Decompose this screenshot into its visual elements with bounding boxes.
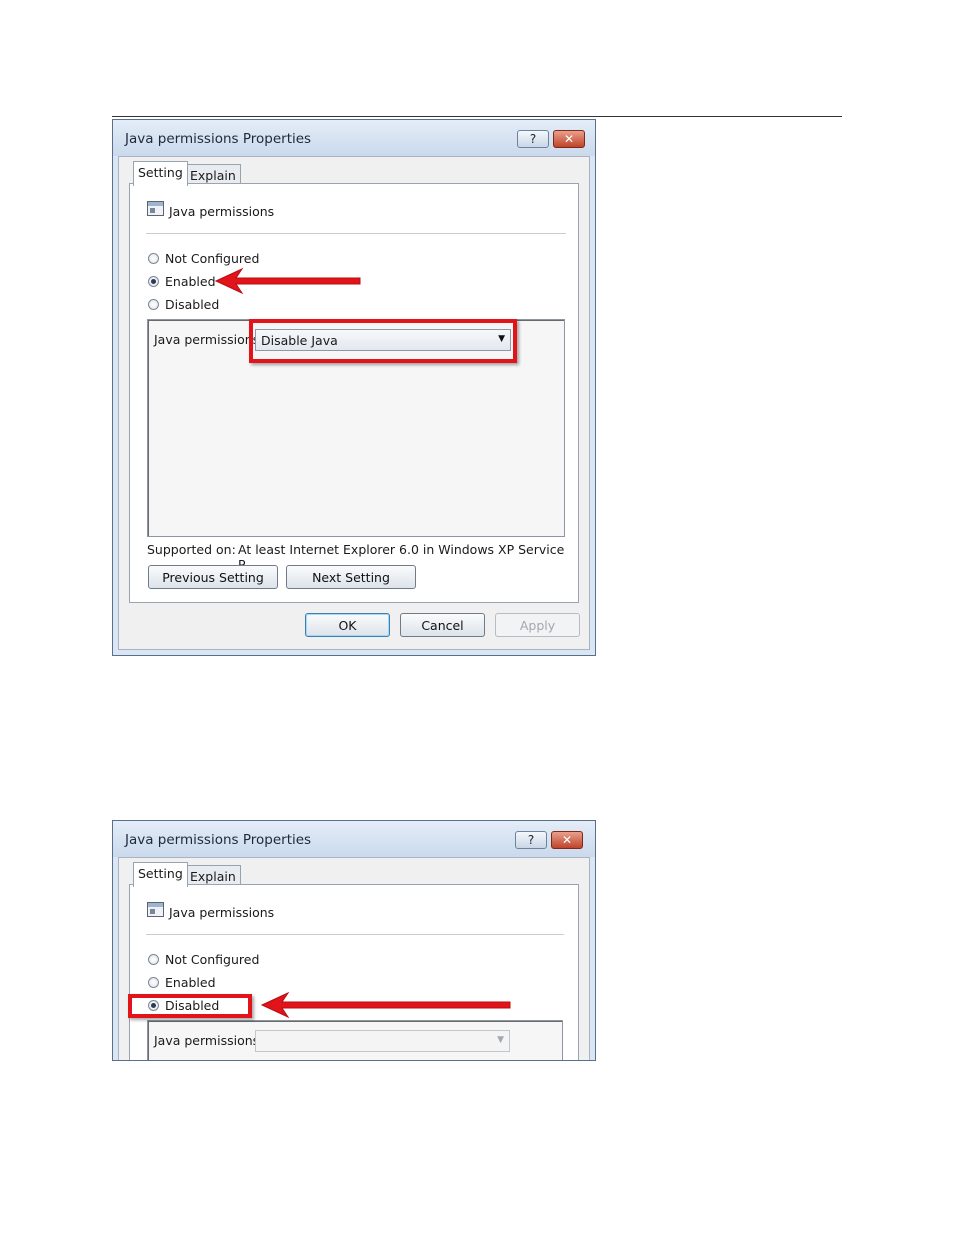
dialog-body: Setting Explain Java permissions Not Con… <box>118 857 590 1060</box>
cancel-button[interactable]: Cancel <box>400 613 485 637</box>
radio-enabled[interactable]: Enabled <box>148 975 216 990</box>
radio-label: Disabled <box>165 297 220 312</box>
dialog-title: Java permissions Properties <box>125 832 312 848</box>
apply-button[interactable]: Apply <box>495 613 580 637</box>
close-icon: ✕ <box>563 132 575 146</box>
help-button[interactable]: ? <box>515 831 547 849</box>
policy-icon <box>147 902 164 917</box>
close-button[interactable]: ✕ <box>551 831 583 849</box>
close-icon: ✕ <box>561 833 573 847</box>
separator <box>146 233 566 234</box>
dialog-title: Java permissions Properties <box>125 131 312 147</box>
top-rule <box>112 116 842 117</box>
java-permissions-dialog-disabled: Java permissions Properties ? ✕ Setting … <box>112 820 596 1061</box>
chevron-down-icon[interactable]: ▼ <box>497 1035 504 1045</box>
supported-on-label: Supported on: <box>147 542 236 557</box>
separator <box>146 934 564 935</box>
help-button[interactable]: ? <box>517 130 549 148</box>
next-setting-button[interactable]: Next Setting <box>286 565 416 589</box>
setting-panel: Java permissions Not Configured Enabled … <box>129 183 579 603</box>
red-arrow-icon <box>260 991 511 1019</box>
java-permissions-dialog-enabled: Java permissions Properties ? ✕ Setting … <box>112 119 596 656</box>
radio-disabled[interactable]: Disabled <box>148 297 219 312</box>
radio-button-icon[interactable] <box>148 977 159 988</box>
ok-button[interactable]: OK <box>305 613 390 637</box>
dropdown-highlight-box <box>249 319 517 363</box>
dialog-body: Setting Explain Java permissions Not Con… <box>118 156 590 650</box>
policy-icon <box>147 201 164 216</box>
setting-panel: Java permissions Not Configured Enabled … <box>129 884 579 1060</box>
previous-setting-button[interactable]: Previous Setting <box>148 565 278 589</box>
radio-label: Not Configured <box>165 952 260 967</box>
tab-setting[interactable]: Setting <box>133 862 188 887</box>
options-label: Java permissions <box>154 332 260 347</box>
radio-enabled[interactable]: Enabled <box>148 274 216 289</box>
red-arrow-icon <box>214 267 361 295</box>
radio-button-icon[interactable] <box>148 253 159 264</box>
radio-button-icon[interactable] <box>148 954 159 965</box>
title-bar[interactable]: Java permissions Properties ? ✕ <box>113 120 595 156</box>
disabled-radio-highlight-box <box>128 994 252 1018</box>
radio-button-icon[interactable] <box>148 299 159 310</box>
radio-label: Not Configured <box>165 251 260 266</box>
policy-name: Java permissions <box>169 204 275 219</box>
radio-label: Enabled <box>165 975 216 990</box>
question-mark-icon: ? <box>527 833 535 847</box>
tab-setting[interactable]: Setting <box>133 161 188 186</box>
options-box: Java permissions ▼ <box>147 1020 563 1060</box>
radio-label: Enabled <box>165 274 216 289</box>
radio-not-configured[interactable]: Not Configured <box>148 251 259 266</box>
options-label: Java permissions <box>154 1033 260 1048</box>
radio-not-configured[interactable]: Not Configured <box>148 952 259 967</box>
question-mark-icon: ? <box>529 132 537 146</box>
java-permissions-dropdown[interactable]: ▼ <box>255 1030 510 1052</box>
title-bar[interactable]: Java permissions Properties ? ✕ <box>113 821 595 857</box>
policy-name: Java permissions <box>169 905 275 920</box>
radio-button-selected-icon[interactable] <box>148 276 159 287</box>
close-button[interactable]: ✕ <box>553 130 585 148</box>
